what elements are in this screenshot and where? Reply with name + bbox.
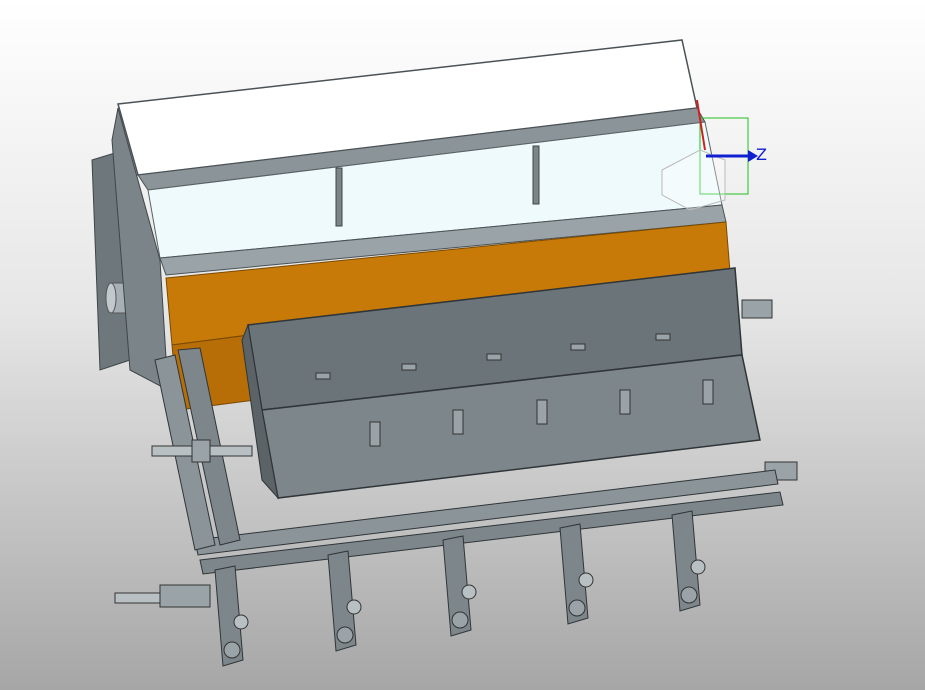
glass-post-1: [335, 167, 343, 227]
inlet-pipe: [114, 592, 166, 604]
nozzle-tip: [568, 599, 586, 617]
z-axis-label: Z: [756, 145, 767, 164]
nozzle-knob: [346, 599, 362, 615]
glass-post-2: [532, 145, 540, 205]
tray-slot: [619, 389, 631, 415]
shaft-coupler: [191, 439, 211, 463]
inlet-coupler: [159, 584, 211, 608]
tray-slot: [536, 399, 548, 425]
right-frame-stub-top: [741, 299, 773, 319]
assembly-model[interactable]: [0, 0, 925, 690]
tray-slot: [452, 409, 464, 435]
nozzle-knob: [690, 559, 706, 575]
tray-tab: [570, 343, 586, 351]
left-shaft-end: [105, 282, 117, 314]
cad-viewport[interactable]: Z: [0, 0, 925, 690]
nozzle-tip: [680, 586, 698, 604]
nozzle-tip: [451, 611, 469, 629]
tray-slot: [369, 421, 381, 447]
nozzle-knob: [461, 584, 477, 600]
nozzle-tip: [223, 641, 241, 659]
tray-slot: [702, 379, 714, 405]
nozzle-tip: [336, 626, 354, 644]
tray-tab: [655, 333, 671, 341]
nozzle-knob: [233, 614, 249, 630]
tray-tab: [401, 363, 417, 371]
tray-tab: [315, 372, 331, 380]
tray-tab: [486, 353, 502, 361]
nozzle-knob: [578, 572, 594, 588]
